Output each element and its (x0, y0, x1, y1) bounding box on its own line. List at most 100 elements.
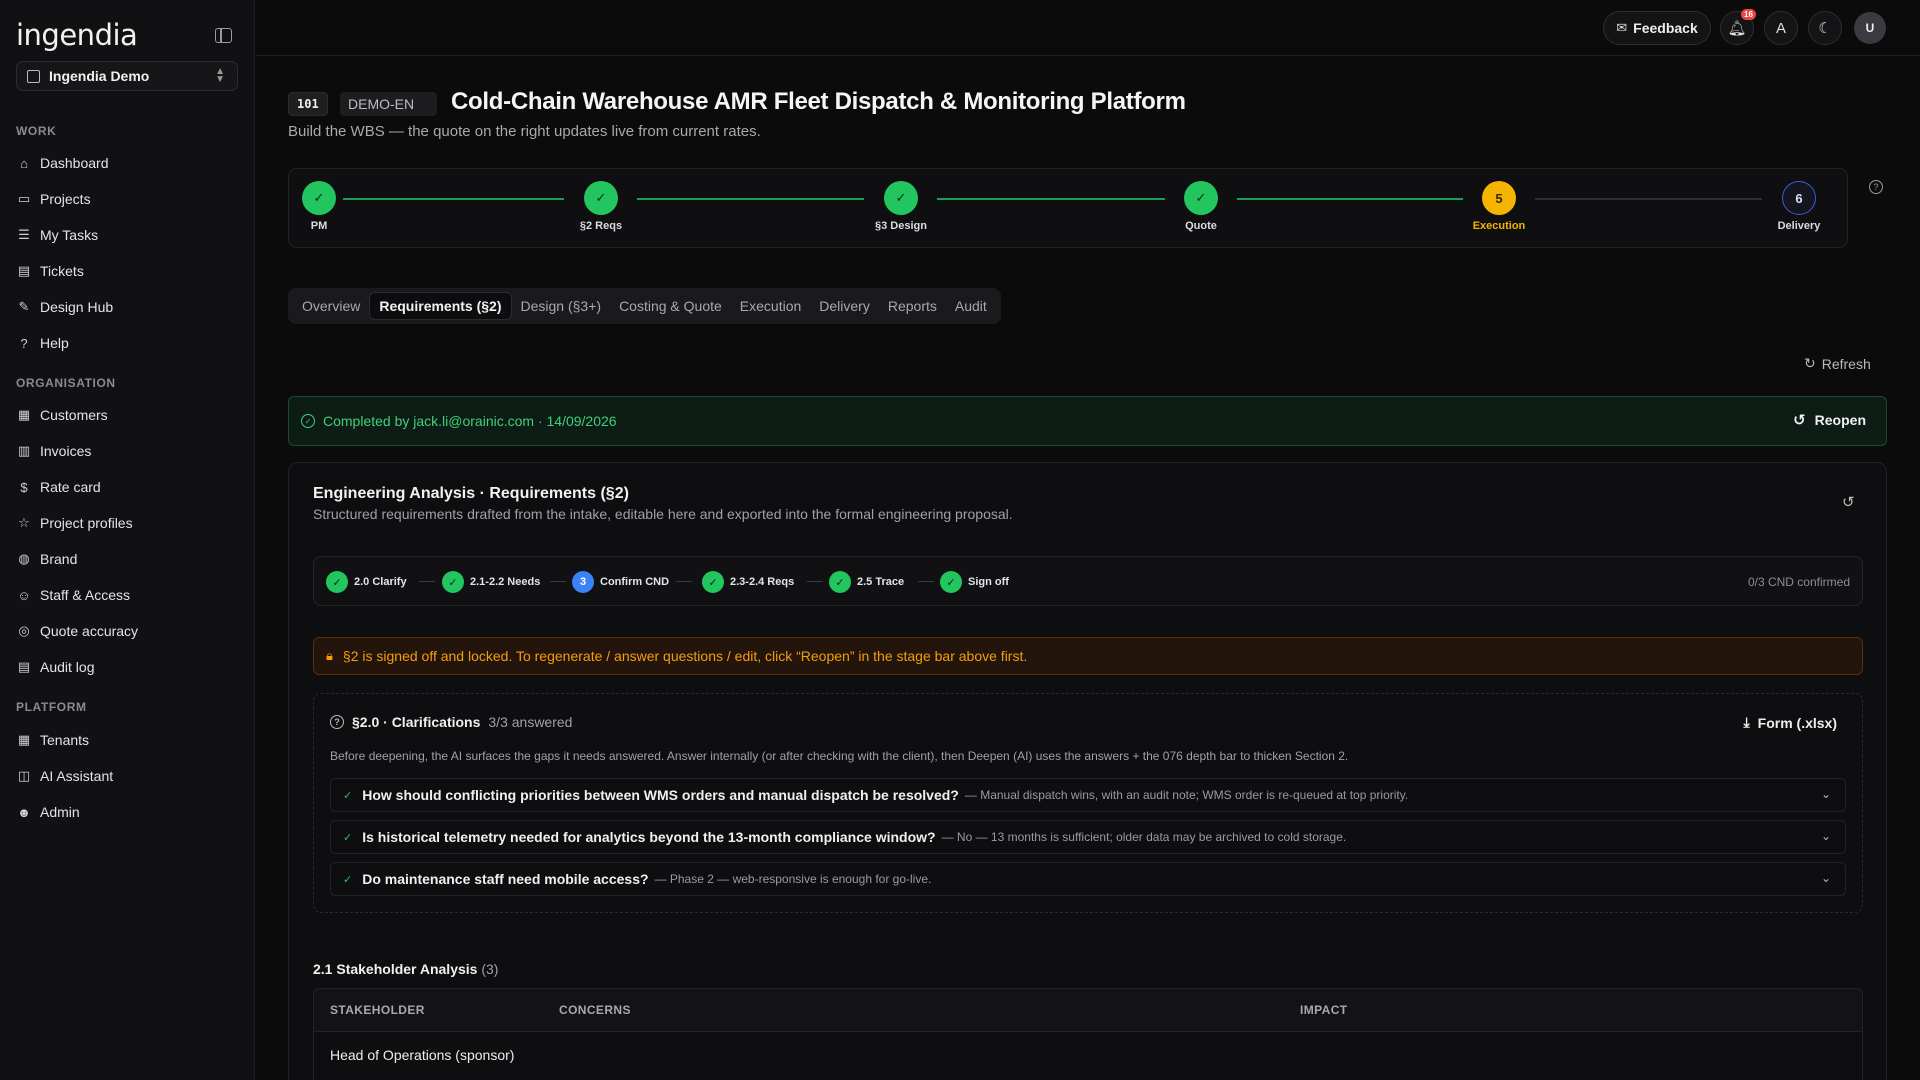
stage-delivery[interactable]: 6 Delivery (1759, 181, 1839, 232)
app-logo[interactable]: ingendia (16, 18, 138, 52)
substep-confirm-cnd[interactable]: 3 Confirm CND (572, 571, 669, 593)
sidebar-item-label: Customers (40, 407, 108, 423)
sidebar-item-customers[interactable]: ▦ Customers (16, 401, 238, 429)
org-name: Ingendia Demo (49, 68, 150, 84)
sidebar-item-my-tasks[interactable]: ☰ My Tasks (16, 221, 238, 249)
sidebar-item-design-hub[interactable]: ✎ Design Hub (16, 293, 238, 321)
check-icon: ✓ (343, 873, 353, 886)
sidebar-item-admin[interactable]: ☻ Admin (16, 798, 238, 826)
chevron-down-icon[interactable]: ⌄ (1821, 829, 1831, 843)
clarifications-count: 3/3 answered (488, 714, 573, 730)
download-form-button[interactable]: ⤓ Form (.xlsx) (1743, 714, 1837, 731)
sidebar-item-invoices[interactable]: ▥ Invoices (16, 437, 238, 465)
clarification-item[interactable]: ✓ How should conflicting priorities betw… (330, 778, 1846, 812)
chevron-down-icon[interactable]: ⌄ (1821, 871, 1831, 885)
project-id-badge: 101 (288, 92, 328, 116)
sidebar-item-label: Staff & Access (40, 587, 131, 603)
sidebar-item-ai-assistant[interactable]: ◫ AI Assistant (16, 762, 238, 790)
clarification-item[interactable]: ✓ Do maintenance staff need mobile acces… (330, 862, 1846, 896)
theme-toggle-button[interactable]: ☾ (1808, 11, 1842, 45)
refresh-button[interactable]: ↻ Refresh (1804, 355, 1871, 372)
stage-quote[interactable]: ✓ Quote (1161, 181, 1241, 232)
folder-icon: ▭ (17, 191, 31, 206)
history-icon[interactable]: ↺ (1842, 493, 1855, 511)
notifications-button[interactable]: 🔔︎ 16 (1720, 9, 1756, 45)
stage-connector (1535, 198, 1762, 200)
design-icon: ✎ (18, 299, 30, 314)
user-avatar[interactable]: U (1854, 12, 1886, 44)
reopen-button[interactable]: ↺ Reopen (1793, 411, 1866, 429)
substep-sign-off[interactable]: ✓ Sign off (940, 571, 1009, 593)
substep-trace[interactable]: ✓ 2.5 Trace (829, 571, 904, 593)
substep-connector (419, 581, 435, 582)
sidebar-item-help[interactable]: ? Help (16, 329, 238, 357)
feedback-button[interactable]: ✉ Feedback (1603, 11, 1711, 45)
card-title: Engineering Analysis · Requirements (§2) (313, 485, 629, 502)
cnd-status: 0/3 CND confirmed (1747, 575, 1850, 589)
tab-delivery[interactable]: Delivery (810, 293, 879, 319)
sidebar-item-tickets[interactable]: ▤ Tickets (16, 257, 238, 285)
stage-label: §2 Reqs (579, 220, 623, 232)
substep-needs[interactable]: ✓ 2.1-2.2 Needs (442, 571, 540, 593)
tab-design[interactable]: Design (§3+) (512, 293, 611, 319)
tab-costing-quote[interactable]: Costing & Quote (610, 293, 731, 319)
stage-connector (343, 198, 564, 200)
substep-label: Sign off (968, 576, 1009, 588)
page-subtitle: Build the WBS — the quote on the right u… (288, 123, 761, 140)
page-title: Cold-Chain Warehouse AMR Fleet Dispatch … (451, 88, 1186, 115)
org-selector[interactable]: Ingendia Demo ▲ ▼ (16, 61, 238, 91)
substep-connector (918, 581, 934, 582)
tab-execution[interactable]: Execution (731, 293, 810, 319)
sidebar-item-dashboard[interactable]: ⌂ Dashboard (16, 149, 238, 177)
stage-design[interactable]: ✓ §3 Design (861, 181, 941, 232)
tab-audit[interactable]: Audit (946, 293, 996, 319)
stage-label: §3 Design (875, 220, 927, 232)
sidebar-item-staff-access[interactable]: ☺ Staff & Access (16, 581, 238, 609)
refresh-label: Refresh (1821, 355, 1871, 372)
sidebar-item-quote-accuracy[interactable]: ◎ Quote accuracy (16, 617, 238, 645)
tasks-icon: ☰ (18, 227, 30, 242)
clarifications-title: §2.0 · Clarifications (352, 714, 481, 730)
stage-execution[interactable]: 5 Execution (1459, 181, 1539, 232)
substep-reqs[interactable]: ✓ 2.3-2.4 Reqs (702, 571, 794, 593)
sidebar-item-label: Project profiles (40, 515, 133, 531)
column-header-impact: IMPACT (1300, 1003, 1348, 1017)
tab-requirements[interactable]: Requirements (§2) (369, 292, 512, 320)
sidebar-collapse-icon[interactable] (215, 28, 232, 43)
sidebar-item-brand[interactable]: ◍ Brand (16, 545, 238, 573)
sidebar-item-audit-log[interactable]: ▤ Audit log (16, 653, 238, 681)
sidebar-item-label: Tenants (40, 732, 90, 748)
sidebar-item-tenants[interactable]: ▦ Tenants (16, 726, 238, 754)
admin-icon: ☻ (17, 804, 31, 820)
main-content: ✉ Feedback 🔔︎ 16 A ☾ U 101 DEMO-EN Cold-… (255, 0, 1920, 1080)
language-button[interactable]: A (1764, 11, 1798, 45)
check-icon: ✓ (702, 571, 724, 593)
check-icon: ✓ (302, 181, 336, 215)
chevron-down-icon[interactable]: ⌄ (1821, 787, 1831, 801)
stakeholder-count: (3) (481, 961, 499, 977)
clarifications-header: ? §2.0 · Clarifications 3/3 answered (330, 714, 572, 730)
chevron-updown-icon: ▲ ▼ (215, 66, 225, 85)
help-icon[interactable]: ? (1869, 180, 1883, 194)
check-icon: ✓ (584, 181, 618, 215)
sidebar-item-projects[interactable]: ▭ Projects (16, 185, 238, 213)
sidebar-item-label: AI Assistant (40, 768, 114, 784)
substep-clarify[interactable]: ✓ 2.0 Clarify (326, 571, 407, 593)
check-icon: ✓ (343, 831, 353, 844)
stage-pm[interactable]: ✓ PM (279, 181, 359, 232)
stage-label: Quote (1185, 220, 1217, 232)
notification-count-badge: 16 (1741, 9, 1756, 20)
clarifications-panel: ? §2.0 · Clarifications 3/3 answered ⤓ F… (313, 693, 1863, 913)
sidebar-item-rate-card[interactable]: $ Rate card (16, 473, 238, 501)
tab-reports[interactable]: Reports (879, 293, 946, 319)
palette-icon: ◍ (18, 551, 30, 566)
sidebar-item-project-profiles[interactable]: ☆ Project profiles (16, 509, 238, 537)
stage-reqs[interactable]: ✓ §2 Reqs (561, 181, 641, 232)
substep-label: Confirm CND (600, 576, 670, 588)
tab-overview[interactable]: Overview (293, 293, 369, 319)
message-icon: ✉ (1616, 20, 1628, 35)
star-icon: ☆ (18, 515, 30, 530)
check-icon: ✓ (326, 571, 348, 593)
clarification-item[interactable]: ✓ Is historical telemetry needed for ana… (330, 820, 1846, 854)
rotate-ccw-icon: ↺ (1793, 412, 1806, 429)
